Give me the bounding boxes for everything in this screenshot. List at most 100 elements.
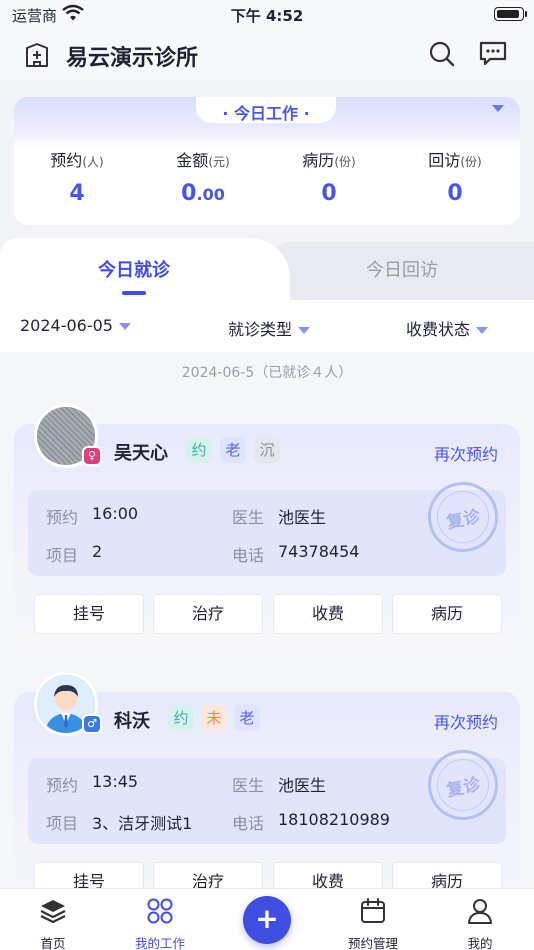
status-bar: 运营商 下午 4:52: [0, 0, 534, 30]
appt-time-label: 预约: [46, 508, 79, 527]
clinic-title: 易云演示诊所: [66, 46, 199, 71]
patient-card[interactable]: ♂ 科沃 约 未 老 再次预约 预约 13:45 项目 3、洁牙测试1 医生 池…: [14, 672, 520, 888]
visit-type-filter[interactable]: 就诊类型: [228, 316, 311, 340]
clinic-icon: [26, 43, 48, 67]
medical-record-button[interactable]: 病历: [392, 594, 502, 634]
battery-icon: [494, 7, 527, 21]
doctor-label: 医生: [232, 776, 265, 795]
tab-today-visits-label: 今日就诊: [98, 260, 170, 281]
item-label: 项目: [46, 546, 79, 565]
item-value: 2: [92, 542, 103, 561]
tag-returning: 老: [234, 705, 260, 731]
register-button[interactable]: 挂号: [34, 594, 144, 634]
phone-value: 74378454: [278, 542, 360, 561]
message-icon[interactable]: [478, 40, 508, 68]
add-icon: +: [255, 902, 279, 935]
dropdown-caret-icon: [118, 323, 131, 330]
tab-active-indicator: [122, 291, 146, 295]
tab-my-work[interactable]: 我的工作: [110, 889, 210, 950]
tag-dormant: 沉: [254, 437, 280, 463]
revisit-stamp: 复诊: [421, 475, 505, 559]
stat-label: 回访: [428, 151, 461, 170]
rebook-link[interactable]: 再次预约: [434, 441, 498, 465]
date-filter[interactable]: 2024-06-05: [20, 316, 131, 335]
tab-label: 首页: [40, 936, 66, 950]
tag-unvisited: 未: [201, 705, 227, 731]
charge-button[interactable]: 收费: [273, 862, 383, 888]
stat-value: 0: [447, 181, 463, 206]
visit-info: 预约 16:00 项目 2 医生 池医生 电话 74378454 复诊: [28, 475, 506, 576]
tab-label: 我的: [467, 936, 493, 950]
person-icon: [468, 899, 492, 924]
app-header: 易云演示诊所: [0, 30, 534, 80]
tab-label: 我的工作: [134, 936, 185, 950]
tag-returning: 老: [220, 437, 246, 463]
summary-title-tab: · 今日工作 ·: [196, 97, 336, 123]
today-work-summary: · 今日工作 · 预约(人) 4 金额(元) 0.00 病历(份) 0 回访(份…: [14, 97, 520, 225]
layers-icon: [40, 900, 66, 924]
stat-label: 病历: [302, 151, 335, 170]
dropdown-caret-icon: [476, 327, 489, 334]
search-icon[interactable]: [428, 40, 456, 68]
patient-card[interactable]: ♀ 吴天心 约 老 沉 再次预约 预约 16:00 项目 2 医生 池医生 电话…: [14, 404, 520, 654]
stat-value-int: 0: [181, 181, 197, 206]
phone-value: 18108210989: [278, 810, 390, 829]
medical-record-button[interactable]: 病历: [392, 862, 502, 888]
doctor-value: 池医生: [278, 776, 327, 795]
appt-time-value: 16:00: [92, 504, 139, 523]
stat-value: 0: [321, 181, 337, 206]
dropdown-caret-icon: [298, 327, 311, 334]
stat-unit: (元): [208, 155, 230, 169]
stat-value-dec: .00: [196, 185, 225, 204]
collapse-arrow-icon[interactable]: [492, 105, 504, 112]
stat-label: 金额: [176, 151, 209, 170]
charge-button[interactable]: 收费: [273, 594, 383, 634]
register-button[interactable]: 挂号: [34, 862, 144, 888]
appt-time-label: 预约: [46, 776, 79, 795]
treatment-button[interactable]: 治疗: [153, 594, 263, 634]
female-icon: ♀: [82, 446, 102, 466]
tab-home[interactable]: 首页: [3, 889, 103, 950]
stat-value: 4: [69, 181, 85, 206]
doctor-value: 池医生: [278, 508, 327, 527]
visit-info: 预约 13:45 项目 3、洁牙测试1 医生 池医生 电话 1810821098…: [28, 743, 506, 844]
stat-records[interactable]: 病历(份) 0: [266, 147, 392, 206]
tab-label: 预约管理: [347, 936, 398, 950]
treatment-button[interactable]: 治疗: [153, 862, 263, 888]
item-label: 项目: [46, 814, 79, 833]
phone-label: 电话: [232, 546, 265, 565]
summary-title: · 今日工作 ·: [222, 104, 310, 123]
patient-name: 科沃: [114, 711, 150, 732]
visit-type-filter-label: 就诊类型: [228, 320, 293, 339]
calendar-icon: [361, 898, 385, 923]
rebook-link[interactable]: 再次预约: [434, 709, 498, 733]
stat-appointments[interactable]: 预约(人) 4: [14, 147, 140, 206]
stat-label: 预约: [50, 151, 83, 170]
grid-circles-icon: [147, 898, 173, 924]
tab-me[interactable]: 我的: [430, 889, 530, 950]
tab-today-followup-label: 今日回访: [366, 260, 438, 281]
tag-appointment: 约: [186, 437, 212, 463]
date-filter-label: 2024-06-05: [20, 316, 113, 335]
tag-appointment: 约: [168, 705, 194, 731]
doctor-label: 医生: [232, 508, 265, 527]
appt-time-value: 13:45: [92, 772, 139, 791]
phone-label: 电话: [232, 814, 265, 833]
list-date-caption: 2024-06-5（已就诊４人）: [181, 365, 353, 381]
visit-list[interactable]: 2024-06-5（已就诊４人） ♀ 吴天心 约 老 沉 再次预约 预约 16:…: [0, 352, 534, 888]
stat-amount[interactable]: 金额(元) 0.00: [140, 147, 266, 206]
add-button[interactable]: +: [243, 896, 291, 944]
stat-unit: (份): [460, 155, 482, 169]
visit-tabs: 今日就诊 今日回访: [0, 238, 534, 300]
stat-unit: (人): [82, 155, 104, 169]
revisit-stamp: 复诊: [421, 743, 505, 827]
stat-followups[interactable]: 回访(份) 0: [392, 147, 518, 206]
clock: 下午 4:52: [230, 7, 304, 25]
tab-appointment-management[interactable]: 预约管理: [323, 889, 423, 950]
patient-name: 吴天心: [114, 443, 168, 464]
filter-bar: 2024-06-05 就诊类型 收费状态: [0, 300, 534, 352]
fee-status-filter[interactable]: 收费状态: [406, 316, 489, 340]
fee-status-filter-label: 收费状态: [406, 320, 471, 339]
male-icon: ♂: [82, 714, 102, 734]
stat-unit: (份): [334, 155, 356, 169]
